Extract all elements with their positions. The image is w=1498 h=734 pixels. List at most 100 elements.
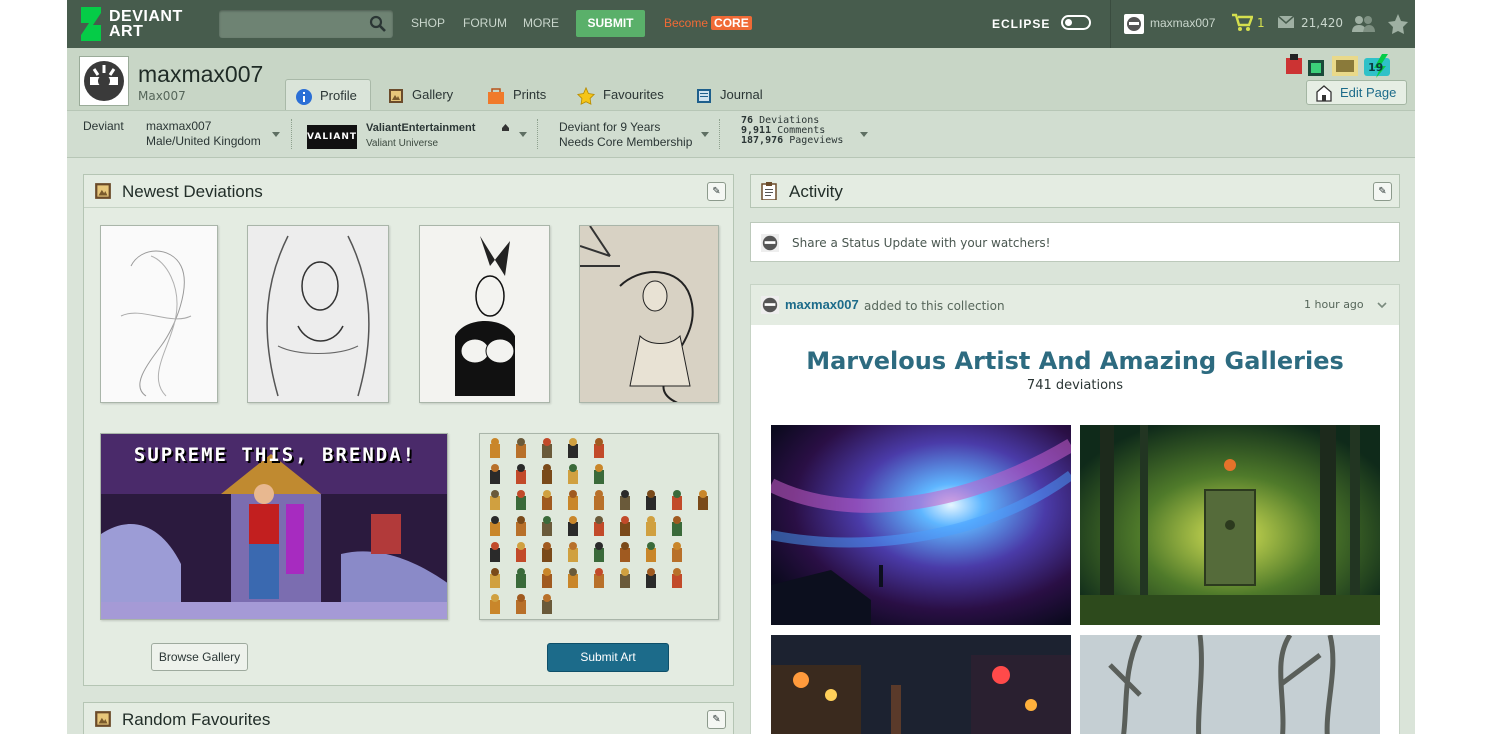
core-badge: CORE (711, 16, 752, 30)
edit-pencil-icon[interactable]: ✎ (707, 710, 726, 729)
info-icon (296, 88, 312, 105)
avatar-icon (762, 235, 778, 251)
top-navigation-bar: DEVIANT ART SHOP FORUM MORE SUBMIT Becom… (67, 0, 1415, 48)
become-label: Become (664, 16, 709, 30)
collection-thumb[interactable] (771, 425, 1071, 625)
toggle-knob (1065, 19, 1072, 26)
become-core-link[interactable]: Become CORE (664, 16, 752, 30)
badge-count: 19 (1368, 61, 1384, 74)
feed-avatar[interactable] (761, 296, 779, 314)
deviantart-logo[interactable]: DEVIANT ART (79, 7, 199, 41)
collection-thumb[interactable] (771, 635, 1071, 734)
feed-action-text: added to this collection (864, 299, 1005, 313)
search-icon[interactable] (369, 15, 387, 33)
nav-forum[interactable]: FORUM (463, 16, 507, 30)
gallery-icon (95, 711, 111, 727)
galaxy-thumbnail (771, 425, 1071, 625)
group-home-icon (502, 124, 509, 131)
membership-dropdown-icon[interactable] (701, 132, 709, 137)
storm-sketch-thumbnail (248, 226, 388, 402)
profile-username: maxmax007 (138, 61, 264, 87)
topbar-username[interactable]: maxmax007 (1150, 16, 1215, 30)
deviation-thumb[interactable] (247, 225, 389, 403)
search-box[interactable] (219, 10, 393, 38)
star-icon (577, 86, 595, 105)
activity-panel: Activity ✎ Share a Status Update with yo… (750, 174, 1400, 734)
activity-title: Activity (789, 182, 843, 201)
edit-pencil-icon[interactable]: ✎ (707, 182, 726, 201)
deviation-thumb[interactable]: SUPREME THIS, BRENDA! (100, 433, 448, 620)
activity-header: Activity ✎ (750, 174, 1400, 208)
city-night-thumbnail (771, 635, 1071, 734)
mail-icon[interactable] (1277, 14, 1295, 30)
avatar-icon (762, 297, 778, 313)
tab-prints[interactable]: Prints (487, 79, 546, 110)
tab-gallery[interactable]: Gallery (388, 79, 453, 110)
pixel-art-banner-text: SUPREME THIS, BRENDA! (133, 444, 417, 466)
nav-shop[interactable]: SHOP (411, 16, 445, 30)
feed-item-header: maxmax007 added to this collection 1 hou… (751, 285, 1399, 325)
activity-feed-item: maxmax007 added to this collection 1 hou… (750, 284, 1400, 734)
collection-thumb[interactable] (1080, 635, 1380, 734)
browse-gallery-button[interactable]: Browse Gallery (151, 643, 248, 671)
tab-journal[interactable]: Journal (696, 79, 763, 110)
profile-stats: 76 Deviations 9,911 Comments 187,976 Pag… (741, 116, 843, 146)
newest-deviations-title: Newest Deviations (122, 182, 263, 201)
info-divider (719, 119, 721, 149)
tab-profile[interactable]: Profile (285, 79, 371, 110)
deviant-label: Deviant (83, 119, 124, 133)
deviantart-logo-icon (81, 7, 101, 41)
chevron-down-icon[interactable] (1377, 302, 1387, 309)
cart-icon[interactable] (1231, 13, 1253, 33)
beach-sketch-thumbnail (580, 226, 718, 402)
membership-status: Needs Core Membership (559, 135, 693, 149)
edit-pencil-icon[interactable]: ✎ (1373, 182, 1392, 201)
profile-avatar[interactable] (79, 56, 129, 106)
valiant-group-logo[interactable]: VALIANT (307, 125, 357, 149)
info-user-dropdown-icon[interactable] (272, 132, 280, 137)
nav-more[interactable]: MORE (523, 16, 559, 30)
edit-page-icon (1316, 85, 1332, 102)
group-name[interactable]: ValiantEntertainment (366, 122, 475, 134)
group-dropdown-icon[interactable] (519, 132, 527, 137)
eclipse-toggle[interactable] (1061, 15, 1091, 30)
journal-icon (697, 88, 711, 103)
tab-favourites-label: Favourites (603, 87, 664, 102)
sprite-sheet-thumbnail (490, 438, 708, 614)
sketch-thumbnail (101, 226, 217, 402)
submit-button[interactable]: SUBMIT (576, 10, 645, 37)
info-divider (291, 119, 293, 149)
edit-page-button[interactable]: Edit Page (1306, 80, 1407, 105)
watchers-icon[interactable] (1350, 14, 1376, 34)
profile-badges[interactable]: 19 (1284, 52, 1394, 78)
mail-count: 21,420 (1301, 16, 1343, 30)
search-input[interactable] (223, 13, 367, 35)
user-avatar-small[interactable] (1124, 14, 1144, 34)
panel-divider (84, 207, 733, 208)
ink-sketch-thumbnail (420, 226, 549, 402)
deviation-thumb[interactable] (100, 225, 218, 403)
status-update-box[interactable]: Share a Status Update with your watchers… (750, 222, 1400, 262)
collection-title-link[interactable]: Marvelous Artist And Amazing Galleries (751, 347, 1399, 375)
deviation-thumb[interactable] (579, 225, 719, 403)
clipboard-icon (761, 182, 777, 200)
prints-icon (488, 87, 504, 104)
info-divider (537, 119, 539, 149)
page: DEVIANT ART SHOP FORUM MORE SUBMIT Becom… (67, 0, 1415, 734)
favourites-star-icon[interactable] (1387, 13, 1409, 35)
submit-art-button[interactable]: Submit Art (547, 643, 669, 672)
edit-page-label: Edit Page (1340, 85, 1397, 100)
tab-prints-label: Prints (513, 87, 547, 102)
logo-text-art: ART (109, 23, 144, 40)
forest-door-thumbnail (1080, 425, 1380, 625)
collection-thumb[interactable] (1080, 425, 1380, 625)
stats-dropdown-icon[interactable] (860, 132, 868, 137)
eclipse-label: ECLIPSE (992, 17, 1051, 31)
profile-realname: Max007 (138, 89, 186, 103)
collection-count: 741 deviations (1026, 378, 1124, 393)
deviation-thumb[interactable] (479, 433, 719, 620)
profile-info-bar: Deviant maxmax007 Male/United Kingdom VA… (67, 110, 1415, 158)
deviation-thumb[interactable] (419, 225, 550, 403)
feed-username-link[interactable]: maxmax007 (785, 297, 859, 312)
tab-favourites[interactable]: Favourites (577, 79, 664, 110)
